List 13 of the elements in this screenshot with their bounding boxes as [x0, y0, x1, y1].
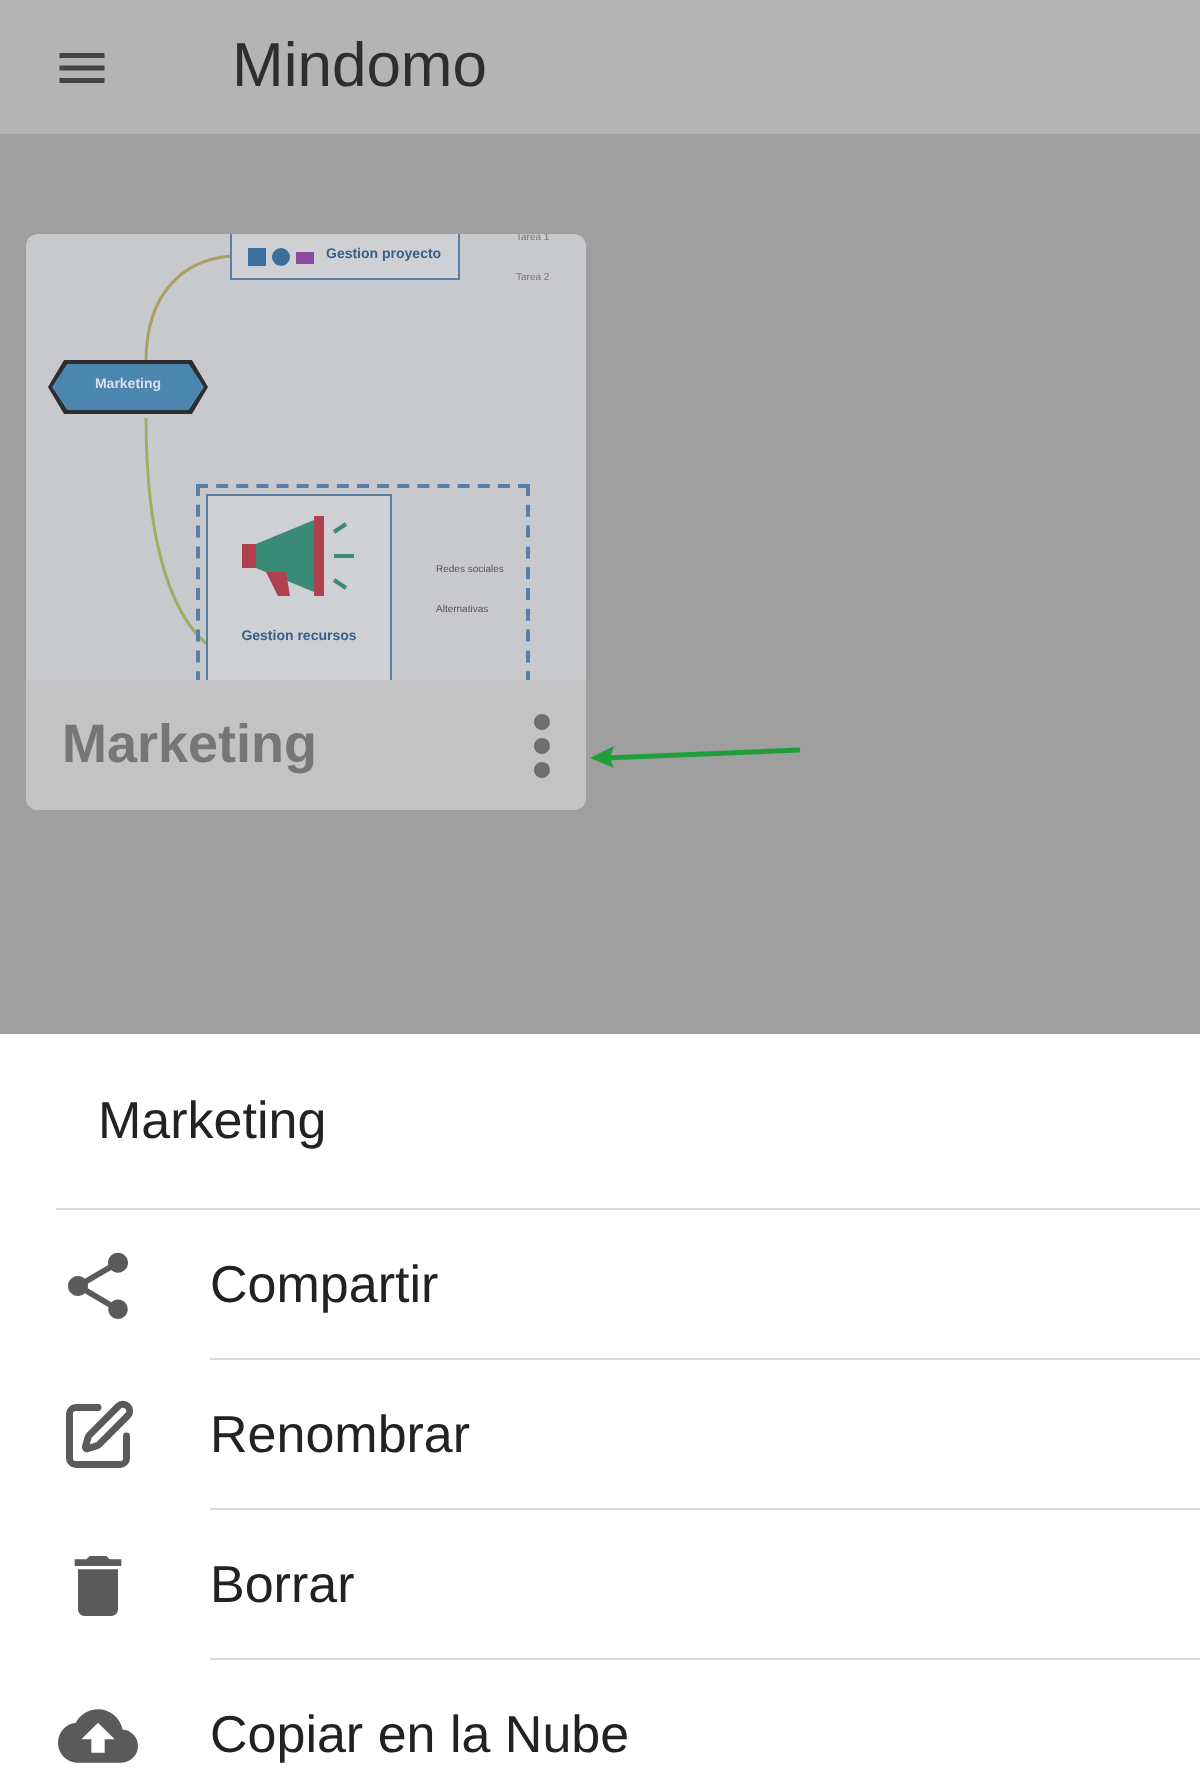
menu-item[interactable]: Renombrar: [0, 1360, 1200, 1510]
menu-item[interactable]: Borrar: [0, 1510, 1200, 1660]
map-title: Marketing: [62, 712, 318, 779]
menu-item-label: Copiar en la Nube: [210, 1702, 630, 1768]
menu-item[interactable]: Copiar en la Nube: [0, 1660, 1200, 1788]
more-icon: [534, 713, 550, 777]
menu-item[interactable]: Compartir: [0, 1210, 1200, 1360]
app-title: Mindomo: [232, 28, 487, 105]
connector-line: [142, 250, 230, 362]
menu-item-label: Compartir: [210, 1251, 439, 1317]
menu-item-label: Borrar: [210, 1551, 355, 1617]
sheet-title: Marketing: [98, 1088, 327, 1154]
menu-item-label: Renombrar: [210, 1401, 471, 1467]
